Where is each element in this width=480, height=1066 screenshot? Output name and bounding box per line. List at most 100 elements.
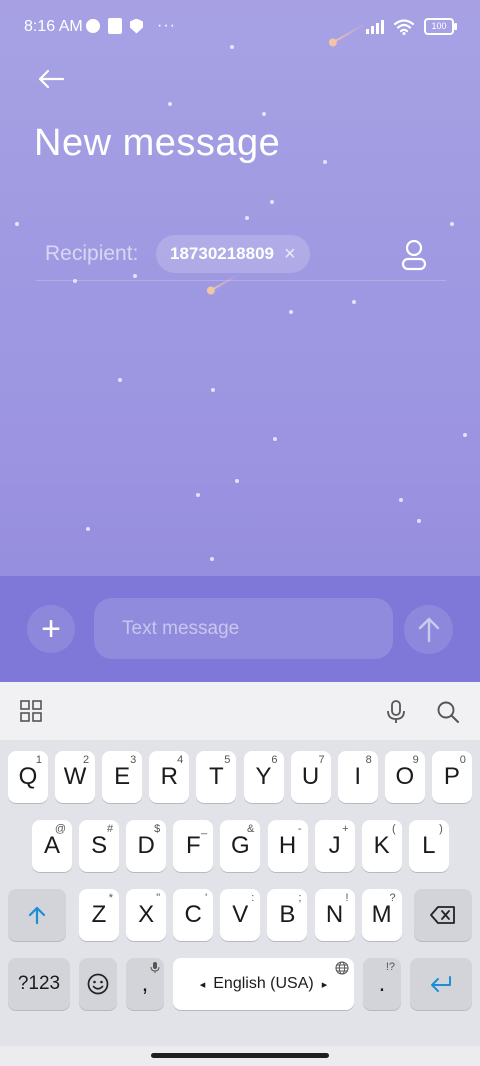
star bbox=[211, 388, 215, 392]
key-secondary-label: 0 bbox=[459, 754, 466, 766]
add-attachment-button[interactable]: + bbox=[27, 605, 75, 653]
back-arrow-icon bbox=[38, 69, 65, 89]
notification-shield-icon bbox=[130, 18, 143, 34]
key-q[interactable]: Q1 bbox=[8, 751, 48, 803]
key-secondary-label: 4 bbox=[177, 754, 184, 766]
key-h[interactable]: H- bbox=[267, 820, 308, 872]
remove-recipient-icon[interactable]: × bbox=[284, 244, 296, 264]
star bbox=[463, 433, 467, 437]
key-label: F bbox=[185, 832, 201, 859]
key-e[interactable]: E3 bbox=[102, 751, 143, 803]
key-label: K bbox=[373, 832, 390, 859]
person-icon bbox=[401, 239, 427, 271]
home-gesture-bar[interactable] bbox=[151, 1053, 329, 1058]
key-label: A bbox=[43, 832, 60, 859]
key-secondary-label: ' bbox=[205, 892, 208, 904]
key-secondary-label: " bbox=[156, 892, 161, 904]
key-label: L bbox=[422, 832, 436, 859]
recipient-label: Recipient: bbox=[45, 242, 139, 265]
compose-bar: + bbox=[0, 576, 480, 682]
notification-file-icon bbox=[108, 18, 122, 34]
more-notifications-icon: ··· bbox=[157, 17, 176, 34]
microphone-icon[interactable] bbox=[386, 700, 406, 724]
star bbox=[210, 557, 214, 561]
key-label: P bbox=[443, 763, 460, 790]
comma-key[interactable]: , bbox=[126, 958, 164, 1010]
key-b[interactable]: B; bbox=[267, 889, 308, 941]
key-l[interactable]: L) bbox=[408, 820, 449, 872]
key-w[interactable]: W2 bbox=[55, 751, 96, 803]
key-secondary-label: ! bbox=[345, 892, 349, 904]
backspace-key[interactable] bbox=[414, 889, 472, 941]
key-secondary-label: 8 bbox=[365, 754, 372, 766]
key-label: S bbox=[91, 832, 108, 859]
key-s[interactable]: S # bbox=[79, 820, 120, 872]
key-a[interactable]: A @ bbox=[32, 820, 72, 872]
key-x[interactable]: X " bbox=[126, 889, 167, 941]
key-label: N bbox=[325, 901, 344, 928]
key-secondary-label: $ bbox=[154, 823, 161, 835]
star bbox=[133, 274, 137, 278]
apps-grid-icon[interactable] bbox=[20, 700, 42, 722]
star bbox=[289, 310, 293, 314]
key-secondary-label: @ bbox=[54, 823, 66, 835]
key-secondary-label: * bbox=[108, 892, 113, 904]
key-label: D bbox=[137, 832, 155, 859]
star bbox=[450, 222, 454, 226]
key-z[interactable]: Z * bbox=[79, 889, 119, 941]
backspace-icon bbox=[430, 906, 455, 924]
key-d[interactable]: D $ bbox=[126, 820, 167, 872]
page-title: New message bbox=[34, 122, 281, 164]
key-o[interactable]: O9 bbox=[384, 751, 425, 803]
star bbox=[15, 222, 19, 226]
status-notification-icons: ··· bbox=[86, 17, 176, 35]
symbols-key[interactable]: ?123 bbox=[8, 958, 70, 1010]
star bbox=[196, 493, 200, 497]
key-t[interactable]: T5 bbox=[196, 751, 237, 803]
keyboard-toolbar bbox=[0, 682, 480, 740]
star bbox=[245, 216, 249, 220]
star bbox=[323, 160, 327, 164]
period-key[interactable]: . !? bbox=[363, 958, 401, 1010]
enter-key[interactable] bbox=[410, 958, 472, 1010]
send-button[interactable] bbox=[404, 605, 453, 654]
wifi-icon bbox=[394, 18, 414, 35]
key-label: I bbox=[354, 763, 362, 790]
key-y[interactable]: Y6 bbox=[243, 751, 284, 803]
key-secondary-label: 1 bbox=[35, 754, 42, 766]
key-secondary-label: _ bbox=[201, 823, 208, 835]
signal-icon bbox=[366, 19, 384, 34]
key-u[interactable]: U7 bbox=[290, 751, 331, 803]
key-k[interactable]: K( bbox=[361, 820, 402, 872]
key-secondary-label: 7 bbox=[318, 754, 325, 766]
key-label: Z bbox=[91, 901, 107, 928]
space-key[interactable]: ◂ English (USA) ▸ bbox=[173, 958, 354, 1010]
key-r[interactable]: R4 bbox=[149, 751, 190, 803]
key-i[interactable]: I8 bbox=[337, 751, 378, 803]
message-input[interactable] bbox=[94, 598, 393, 659]
language-next-icon: ▸ bbox=[321, 978, 328, 991]
key-label: B bbox=[279, 901, 296, 928]
back-button[interactable] bbox=[34, 62, 68, 96]
key-v[interactable]: V: bbox=[220, 889, 261, 941]
recipient-chip[interactable]: 18730218809 × bbox=[156, 235, 310, 273]
contacts-button[interactable] bbox=[398, 238, 430, 272]
key-g[interactable]: G & bbox=[220, 820, 261, 872]
key-secondary-label: 5 bbox=[224, 754, 231, 766]
key-label: O bbox=[395, 763, 415, 790]
key-n[interactable]: N! bbox=[314, 889, 355, 941]
key-secondary-label: ? bbox=[389, 892, 396, 904]
notification-app-icon bbox=[86, 19, 100, 33]
key-j[interactable]: J + bbox=[314, 820, 355, 872]
key-c[interactable]: C ' bbox=[173, 889, 214, 941]
key-p[interactable]: P0 bbox=[431, 751, 472, 803]
star bbox=[235, 479, 239, 483]
key-f[interactable]: F _ bbox=[173, 820, 214, 872]
key-m[interactable]: M? bbox=[361, 889, 402, 941]
shift-key[interactable] bbox=[8, 889, 66, 941]
search-icon[interactable] bbox=[436, 700, 460, 724]
key-secondary-label: # bbox=[106, 823, 114, 835]
emoji-key[interactable] bbox=[79, 958, 117, 1010]
period-key-label: . bbox=[378, 970, 386, 997]
key-secondary-label: 9 bbox=[412, 754, 419, 766]
